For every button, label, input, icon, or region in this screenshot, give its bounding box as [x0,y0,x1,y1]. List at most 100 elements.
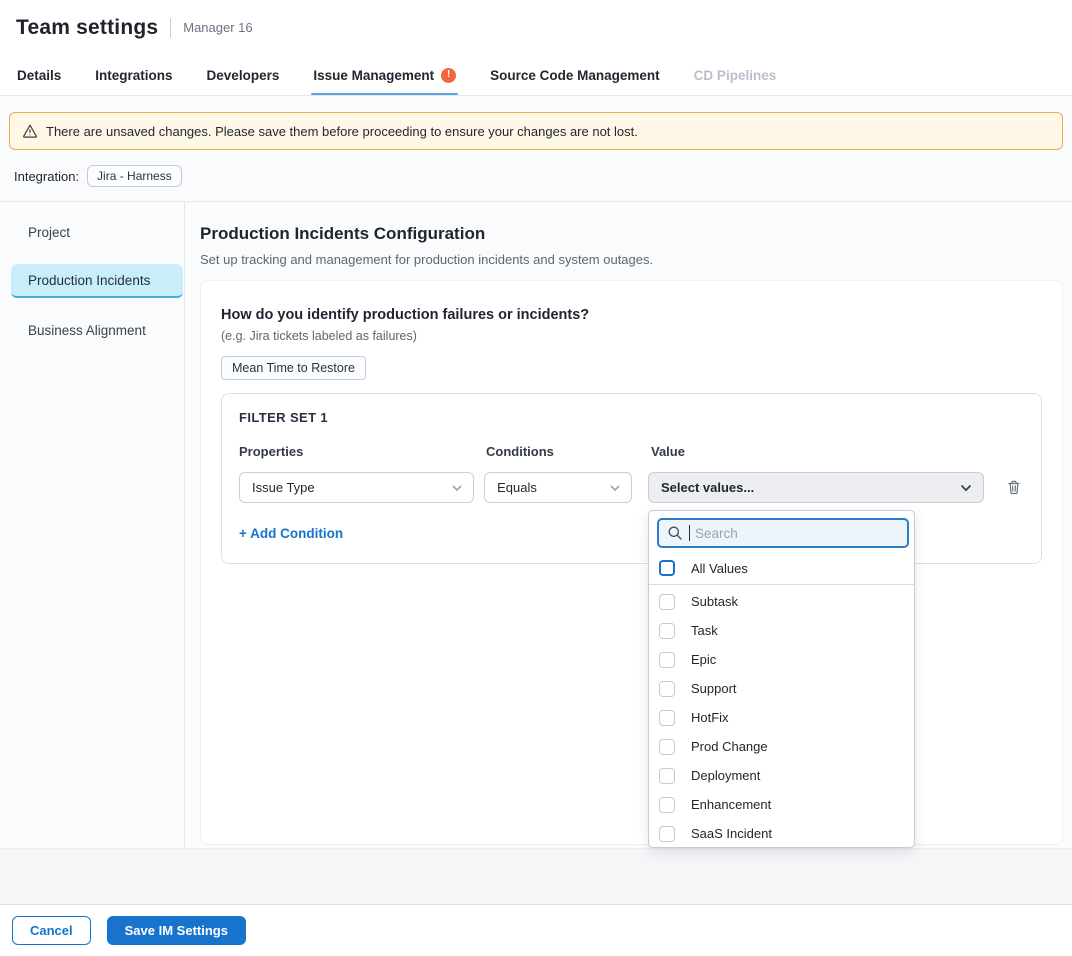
option-label: All Values [691,561,748,576]
option-subtask[interactable]: Subtask [649,587,914,616]
sidebar-item-production-incidents[interactable]: Production Incidents [11,264,183,298]
section-title: Production Incidents Configuration [200,224,1063,244]
sidebar-item-project[interactable]: Project [11,215,183,249]
tab-label: Integrations [95,68,172,83]
integration-chip[interactable]: Jira - Harness [87,165,182,187]
warning-text: There are unsaved changes. Please save t… [46,124,638,139]
tab-cd-pipelines: CD Pipelines [694,55,777,95]
unsaved-changes-banner: There are unsaved changes. Please save t… [9,112,1063,150]
tab-label: Developers [207,68,280,83]
checkbox-icon[interactable] [659,710,675,726]
option-saas-incident[interactable]: SaaS Incident [649,819,914,848]
select-all-option[interactable]: All Values [649,555,914,581]
footer-actions: Cancel Save IM Settings [0,905,1072,956]
condition-select[interactable]: Equals [484,472,632,503]
cancel-button[interactable]: Cancel [12,916,91,945]
dropdown-search [657,518,909,548]
option-label: Support [691,681,737,696]
properties-column-header: Properties [239,444,476,459]
checkbox-icon[interactable] [659,560,675,576]
chevron-down-icon [959,481,973,495]
section-subtitle: Set up tracking and management for produ… [200,252,1063,267]
save-im-settings-button[interactable]: Save IM Settings [107,916,246,945]
tab-label: Source Code Management [490,68,660,83]
page-header: Team settings Manager 16 [0,0,1072,55]
tab-developers[interactable]: Developers [207,55,280,95]
condition-select-value: Equals [497,480,537,495]
chevron-down-icon [451,482,463,494]
unsaved-changes-badge-icon: ! [441,68,456,83]
checkbox-icon[interactable] [659,739,675,755]
add-condition-button[interactable]: + Add Condition [239,526,343,541]
value-select-placeholder: Select values... [661,480,754,495]
value-select-wrapper: Select values... [648,472,984,503]
checkbox-icon[interactable] [659,768,675,784]
content-area: There are unsaved changes. Please save t… [0,96,1072,848]
tab-label: CD Pipelines [694,68,777,83]
value-select[interactable]: Select values... [648,472,984,503]
search-input[interactable] [657,518,909,548]
option-deployment[interactable]: Deployment [649,761,914,790]
tab-details[interactable]: Details [17,55,61,95]
option-label: Deployment [691,768,760,783]
delete-filter-button[interactable] [1004,477,1024,498]
option-label: HotFix [691,710,729,725]
tab-issue-management[interactable]: Issue Management ! [313,55,456,95]
sidebar-item-label: Business Alignment [28,323,146,338]
tab-source-code-management[interactable]: Source Code Management [490,55,660,95]
metric-chip[interactable]: Mean Time to Restore [221,356,366,380]
tab-label: Issue Management [313,68,434,83]
option-epic[interactable]: Epic [649,645,914,674]
page-subtitle: Manager 16 [183,20,252,35]
filter-set: FILTER SET 1 Properties Conditions Value… [221,393,1042,564]
checkbox-icon[interactable] [659,623,675,639]
tab-integrations[interactable]: Integrations [95,55,172,95]
checkbox-icon[interactable] [659,826,675,842]
integration-row: Integration: Jira - Harness [14,163,1072,189]
sidebar-item-label: Project [28,225,70,240]
option-label: Prod Change [691,739,768,754]
tab-label: Details [17,68,61,83]
footer-spacer [0,848,1072,905]
dropdown-divider [649,584,914,585]
page-title: Team settings [16,16,158,40]
option-enhancement[interactable]: Enhancement [649,790,914,819]
option-task[interactable]: Task [649,616,914,645]
checkbox-icon[interactable] [659,797,675,813]
search-icon [667,525,683,541]
warning-triangle-icon [22,123,38,139]
option-hotfix[interactable]: HotFix [649,703,914,732]
sidebar-item-label: Production Incidents [28,273,150,288]
option-label: Enhancement [691,797,771,812]
title-separator [170,18,171,38]
sidebar-item-business-alignment[interactable]: Business Alignment [11,313,183,347]
content-row: Project Production Incidents Business Al… [0,202,1072,848]
dropdown-options: Subtask Task Epic Support HotFix Prod Ch… [649,587,914,848]
checkbox-icon[interactable] [659,652,675,668]
conditions-column-header: Conditions [486,444,635,459]
option-label: SaaS Incident [691,826,772,841]
chevron-down-icon [609,482,621,494]
incidents-config-card: How do you identify production failures … [200,280,1063,845]
question-hint: (e.g. Jira tickets labeled as failures) [221,329,1042,343]
filter-column-headers: Properties Conditions Value [239,444,1024,459]
text-cursor [689,525,690,541]
question-heading: How do you identify production failures … [221,307,1042,323]
option-prod-change[interactable]: Prod Change [649,732,914,761]
settings-sidebar: Project Production Incidents Business Al… [0,202,185,848]
team-settings-page: Team settings Manager 16 Details Integra… [0,0,1072,956]
filter-set-title: FILTER SET 1 [239,410,1024,425]
checkbox-icon[interactable] [659,681,675,697]
main-panel: Production Incidents Configuration Set u… [185,202,1072,848]
tab-bar: Details Integrations Developers Issue Ma… [0,55,1072,96]
property-select-value: Issue Type [252,480,315,495]
integration-label: Integration: [14,169,79,184]
option-label: Subtask [691,594,738,609]
value-dropdown-panel: All Values Subtask Task Epic Support Hot… [648,510,915,848]
option-label: Task [691,623,718,638]
option-label: Epic [691,652,716,667]
property-select[interactable]: Issue Type [239,472,474,503]
value-column-header: Value [651,444,987,459]
option-support[interactable]: Support [649,674,914,703]
checkbox-icon[interactable] [659,594,675,610]
